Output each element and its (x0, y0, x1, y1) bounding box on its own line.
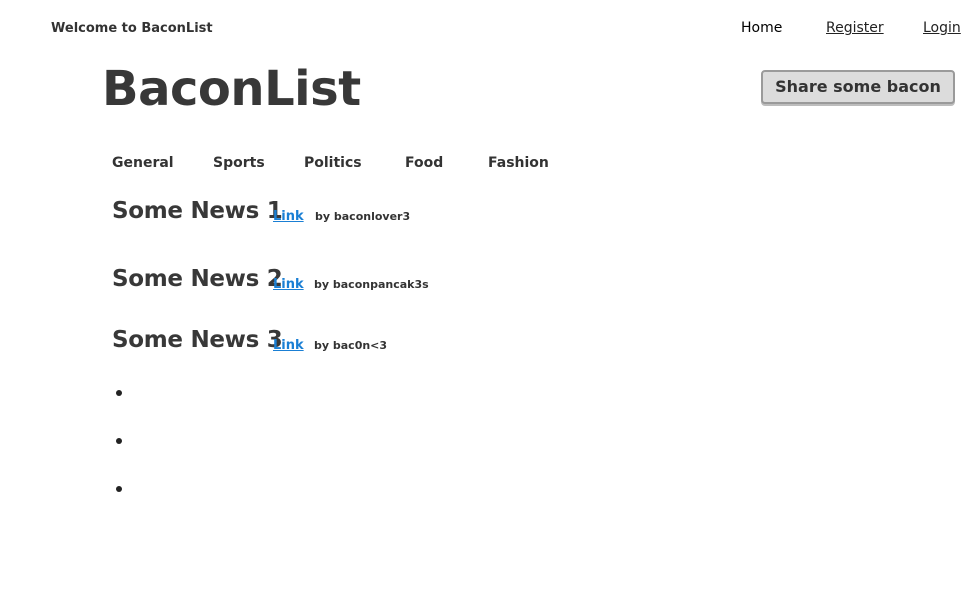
list-bullet (116, 390, 122, 396)
list-bullet (116, 438, 122, 444)
list-bullet (116, 486, 122, 492)
news-title: Some News 2 (112, 266, 283, 292)
nav-login-link[interactable]: Login (923, 20, 961, 36)
category-general[interactable]: General (112, 155, 174, 171)
nav-home-link[interactable]: Home (741, 20, 782, 36)
news-author: by bac0n<3 (314, 339, 388, 352)
site-logo[interactable]: BaconList (102, 60, 361, 118)
category-sports[interactable]: Sports (213, 155, 265, 171)
news-item: Some News 3 Link by bac0n<3 (112, 327, 532, 359)
category-food[interactable]: Food (405, 155, 443, 171)
news-author: by baconlover3 (315, 210, 411, 223)
news-item: Some News 2 Link by baconpancak3s (112, 266, 532, 298)
news-author: by baconpancak3s (314, 278, 429, 291)
category-nav: General Sports Politics Food Fashion (112, 155, 562, 173)
category-fashion[interactable]: Fashion (488, 155, 549, 171)
top-nav: Home Register Login (741, 20, 966, 40)
nav-register-link[interactable]: Register (826, 20, 884, 36)
share-bacon-button[interactable]: Share some bacon (761, 70, 955, 104)
page: Welcome to BaconList Home Register Login… (0, 0, 980, 600)
news-title: Some News 1 (112, 198, 283, 224)
news-link[interactable]: Link (273, 338, 304, 353)
news-link[interactable]: Link (273, 277, 304, 292)
news-link[interactable]: Link (273, 209, 304, 224)
news-title: Some News 3 (112, 327, 283, 353)
category-politics[interactable]: Politics (304, 155, 362, 171)
news-item: Some News 1 Link by baconlover3 (112, 198, 532, 230)
welcome-text: Welcome to BaconList (51, 21, 213, 36)
